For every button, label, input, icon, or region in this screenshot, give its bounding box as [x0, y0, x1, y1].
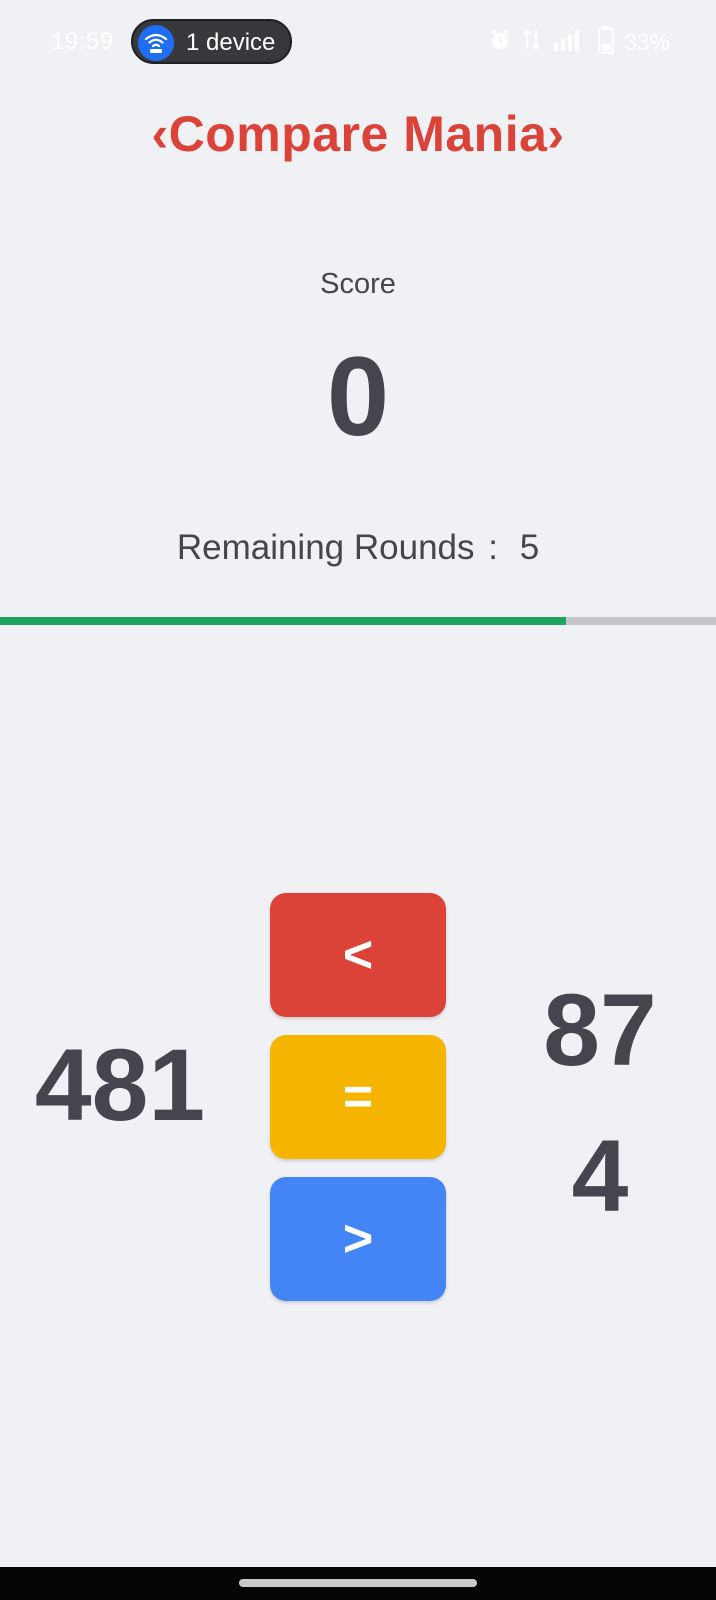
- right-number-line: 87: [543, 973, 657, 1087]
- less-than-button[interactable]: <: [270, 893, 446, 1017]
- right-number: 87 4: [520, 957, 680, 1249]
- status-bar: 19:59 1 device 33%: [0, 0, 716, 84]
- battery-icon: [597, 25, 614, 59]
- network-icon: [522, 28, 542, 57]
- device-pill-label: 1 device: [186, 29, 276, 56]
- round-progress-bar: [0, 617, 716, 625]
- score-label: Score: [320, 268, 396, 300]
- status-icons: 33%: [488, 25, 670, 59]
- home-gesture-handle[interactable]: [239, 1579, 477, 1587]
- right-number-line: 4: [571, 1119, 629, 1233]
- remaining-rounds-separator: :: [488, 528, 498, 567]
- left-number: 481: [34, 1028, 206, 1142]
- remaining-rounds-value: 5: [519, 528, 540, 567]
- app-title: ‹Compare Mania›: [151, 106, 565, 162]
- battery-percent: 33%: [623, 28, 670, 55]
- navigation-bar: [0, 1567, 716, 1600]
- connected-devices-pill[interactable]: 1 device: [131, 19, 292, 64]
- wifi-hotspot-icon: [138, 25, 174, 61]
- score-value: 0: [326, 334, 390, 459]
- round-progress-fill: [0, 617, 566, 625]
- game-screen: 19:59 1 device 33% ‹Compare Mania› Score…: [0, 0, 716, 1600]
- alarm-icon: [488, 28, 512, 57]
- equal-button[interactable]: =: [270, 1035, 446, 1159]
- signal-icon: [552, 27, 588, 58]
- remaining-rounds-label: Remaining Rounds: [176, 528, 475, 567]
- greater-than-button[interactable]: >: [270, 1177, 446, 1301]
- status-time: 19:59: [51, 28, 114, 55]
- remaining-rounds: Remaining Rounds : 5: [0, 528, 716, 568]
